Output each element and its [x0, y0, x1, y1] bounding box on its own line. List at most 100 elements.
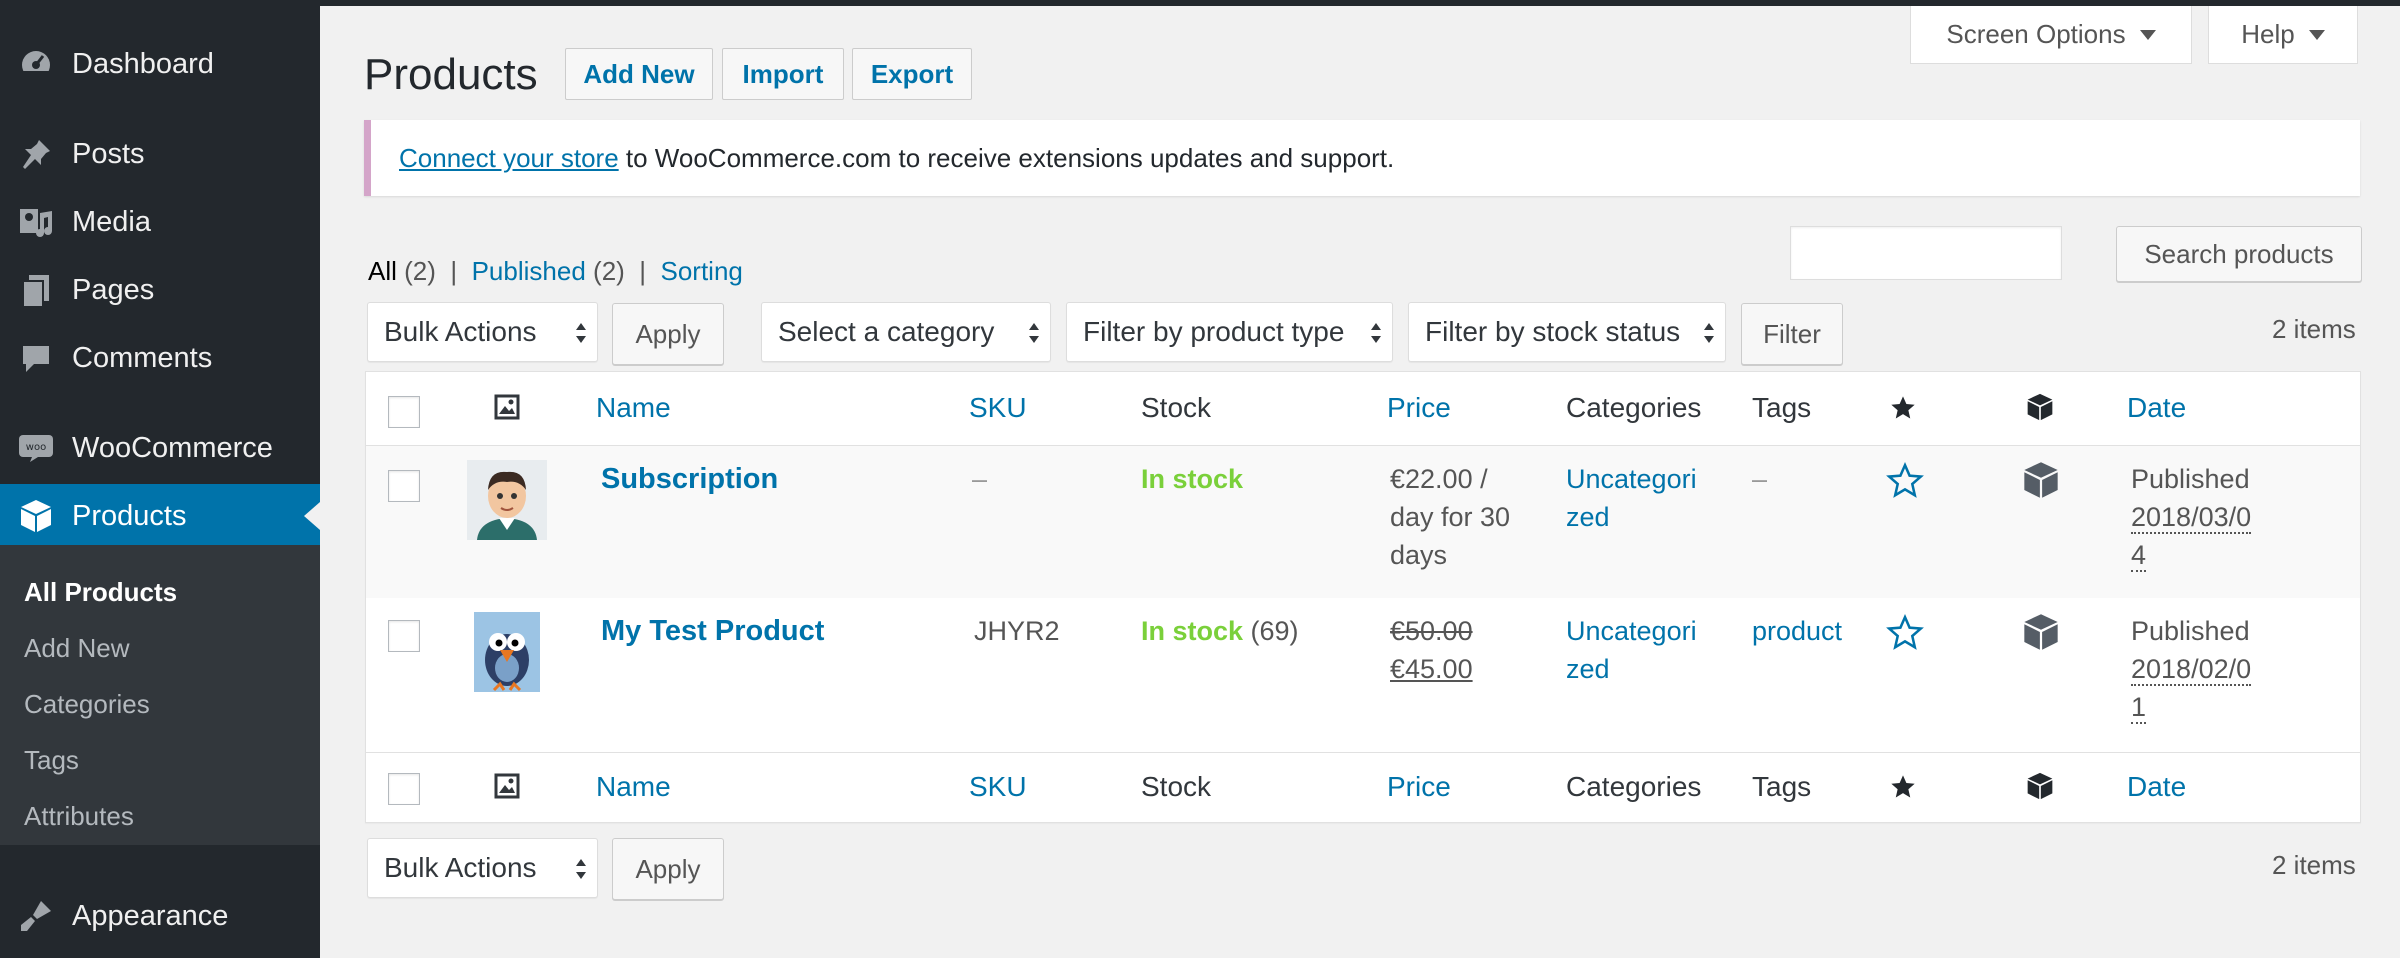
column-stock: Stock: [1141, 392, 1212, 423]
view-all[interactable]: All: [368, 256, 397, 286]
column-name[interactable]: Name: [596, 392, 671, 424]
table-footer: Name SKU Stock Price Categories Tags Dat…: [366, 752, 2360, 824]
bulk-actions-value: Bulk Actions: [384, 316, 537, 347]
table-row: My Test Product JHYR2 In stock (69) €50.…: [366, 598, 2360, 752]
view-separator: |: [450, 256, 458, 286]
apply-button-bottom[interactable]: Apply: [612, 838, 724, 900]
category-link[interactable]: Uncategori zed: [1566, 460, 1697, 536]
view-published-count: (2): [593, 256, 625, 286]
help-button[interactable]: Help: [2208, 6, 2358, 64]
submenu-tags[interactable]: Tags: [24, 745, 79, 776]
screen-options-button[interactable]: Screen Options: [1910, 6, 2192, 64]
menu-item-woocommerce[interactable]: woo WooCommerce: [0, 416, 320, 480]
stock-status: In stock: [1141, 464, 1244, 494]
submenu-all-products[interactable]: All Products: [24, 577, 177, 608]
export-button[interactable]: Export: [852, 48, 972, 100]
connect-store-link[interactable]: Connect your store: [399, 143, 619, 174]
featured-star-icon[interactable]: [1886, 462, 1924, 507]
featured-column-icon[interactable]: [1889, 394, 1917, 429]
column-stock: Stock: [1141, 771, 1212, 802]
submenu-add-new[interactable]: Add New: [24, 633, 130, 664]
sale-price: €45.00: [1390, 654, 1473, 684]
connect-store-notice: Connect your store to WooCommerce.com to…: [364, 120, 2360, 196]
menu-item-pages[interactable]: Pages: [0, 258, 320, 322]
brush-icon: [0, 899, 72, 933]
menu-label: Pages: [72, 273, 155, 306]
product-name-link[interactable]: Subscription: [601, 460, 778, 498]
date-status: Published: [2131, 616, 2250, 646]
menu-label: Comments: [72, 341, 213, 374]
view-sorting[interactable]: Sorting: [660, 256, 742, 286]
comment-icon: [0, 342, 72, 374]
column-name[interactable]: Name: [596, 771, 671, 803]
menu-label: Media: [72, 205, 151, 238]
items-count-bottom: 2 items: [2272, 850, 2356, 880]
menu-item-dashboard[interactable]: Dashboard: [0, 32, 320, 96]
menu-item-media[interactable]: Media: [0, 190, 320, 254]
add-new-button[interactable]: Add New: [565, 48, 713, 100]
screen-options-label: Screen Options: [1946, 19, 2126, 49]
stock-status: In stock (69): [1141, 612, 1299, 650]
product-date: Published 2018/02/0 1: [2131, 612, 2252, 726]
apply-button[interactable]: Apply: [612, 303, 724, 365]
select-all-checkbox[interactable]: [388, 773, 420, 805]
import-button[interactable]: Import: [722, 48, 844, 100]
select-arrows-icon: [576, 323, 586, 343]
menu-item-posts[interactable]: Posts: [0, 122, 320, 186]
category-line: zed: [1566, 502, 1610, 532]
featured-star-icon[interactable]: [1886, 614, 1924, 659]
pin-icon: [0, 137, 72, 171]
tag-link[interactable]: product: [1752, 612, 1842, 650]
svg-text:woo: woo: [26, 442, 46, 453]
product-tags: –: [1752, 464, 1768, 494]
menu-item-comments[interactable]: Comments: [0, 326, 320, 390]
dashboard-icon: [0, 47, 72, 81]
table-header: Name SKU Stock Price Categories Tags Dat…: [366, 372, 2360, 446]
category-select[interactable]: Select a category: [761, 302, 1051, 362]
main-content: Screen Options Help Products Add New Imp…: [320, 6, 2400, 958]
column-sku[interactable]: SKU: [969, 392, 1027, 424]
column-price[interactable]: Price: [1387, 771, 1451, 803]
image-column-icon: [494, 773, 520, 806]
column-date[interactable]: Date: [2127, 392, 2186, 424]
menu-item-appearance[interactable]: Appearance: [0, 884, 320, 948]
date-line: 2018/03/0: [2131, 502, 2252, 534]
column-date[interactable]: Date: [2127, 771, 2186, 803]
filter-button[interactable]: Filter: [1741, 303, 1843, 365]
notice-text: to WooCommerce.com to receive extensions…: [618, 142, 1395, 173]
menu-label: Products: [72, 499, 187, 532]
product-thumbnail[interactable]: [474, 612, 540, 692]
select-arrows-icon: [1704, 323, 1714, 343]
select-all-checkbox[interactable]: [388, 396, 420, 428]
submenu-categories[interactable]: Categories: [24, 689, 150, 720]
column-categories: Categories: [1566, 771, 1702, 802]
category-link[interactable]: Uncategori zed: [1566, 612, 1697, 688]
product-name-link[interactable]: My Test Product: [601, 612, 824, 650]
menu-item-products[interactable]: Products: [0, 484, 320, 548]
price-line: day for 30: [1390, 502, 1511, 532]
featured-column-icon[interactable]: [1889, 773, 1917, 808]
row-checkbox[interactable]: [388, 620, 420, 652]
product-type-select[interactable]: Filter by product type: [1066, 302, 1393, 362]
column-sku[interactable]: SKU: [969, 771, 1027, 803]
row-checkbox[interactable]: [388, 470, 420, 502]
menu-label: Dashboard: [72, 47, 214, 80]
column-price[interactable]: Price: [1387, 392, 1451, 424]
bulk-actions-select[interactable]: Bulk Actions: [367, 302, 598, 362]
bulk-actions-select-bottom[interactable]: Bulk Actions: [367, 838, 598, 898]
select-arrows-icon: [576, 859, 586, 879]
search-products-button[interactable]: Search products: [2116, 226, 2362, 282]
products-submenu: All Products Add New Categories Tags Att…: [0, 545, 320, 845]
column-categories: Categories: [1566, 392, 1702, 423]
date-line: 2018/02/0: [2131, 654, 2252, 686]
search-input[interactable]: [1790, 226, 2062, 280]
product-price: €50.00 €45.00: [1390, 612, 1473, 688]
view-published[interactable]: Published: [472, 256, 586, 286]
menu-label: WooCommerce: [72, 431, 273, 464]
stock-status-select[interactable]: Filter by stock status: [1408, 302, 1726, 362]
product-thumbnail[interactable]: [467, 460, 547, 540]
submenu-attributes[interactable]: Attributes: [24, 801, 134, 832]
pages-icon: [0, 273, 72, 307]
stock-status-value: Filter by stock status: [1425, 316, 1681, 347]
date-line: 4: [2131, 540, 2147, 572]
